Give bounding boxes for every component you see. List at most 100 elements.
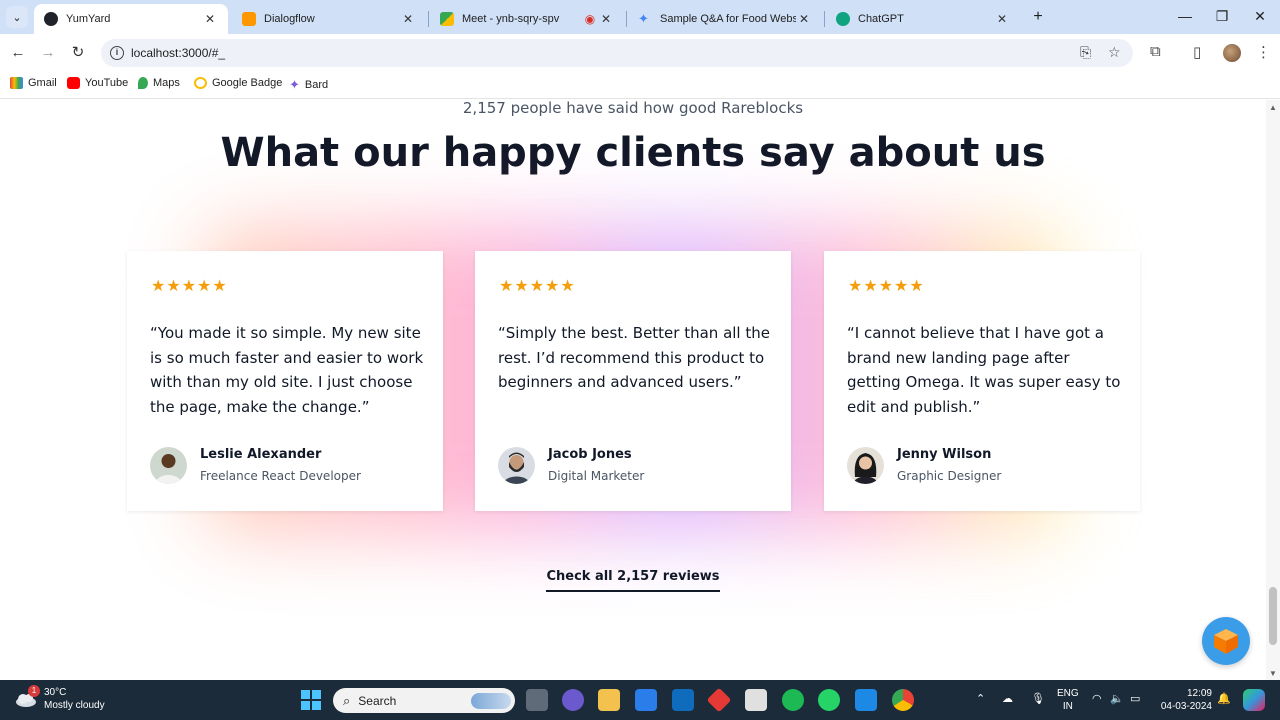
search-label: Search bbox=[358, 693, 397, 708]
anydesk-icon[interactable] bbox=[706, 687, 732, 713]
tab-title: ChatGPT bbox=[858, 13, 904, 25]
tab-chatgpt[interactable]: ChatGPT ✕ bbox=[826, 4, 1020, 34]
close-tab-icon[interactable]: ✕ bbox=[796, 12, 812, 26]
system-clock[interactable]: 12:09 04-03-2024 bbox=[1158, 687, 1212, 713]
windows-start-icon[interactable] bbox=[300, 689, 322, 711]
taskbar-search[interactable]: ⌕ Search bbox=[333, 688, 515, 713]
bookmark-star-icon[interactable]: ☆ bbox=[1108, 44, 1121, 61]
app-icon[interactable] bbox=[745, 689, 767, 711]
bard-sparkle-icon: ✦ bbox=[638, 11, 649, 26]
author-name: Jacob Jones bbox=[548, 447, 632, 462]
bookmark-label: Maps bbox=[153, 77, 180, 89]
tab-search-chevron-icon[interactable]: ⌄ bbox=[6, 6, 28, 28]
whatsapp-icon[interactable] bbox=[818, 689, 840, 711]
close-tab-icon[interactable]: ✕ bbox=[598, 12, 614, 26]
scroll-up-arrow-icon[interactable]: ▲ bbox=[1269, 103, 1277, 112]
bookmark-gmail[interactable]: Gmail bbox=[10, 77, 57, 89]
forward-arrow-icon[interactable]: → bbox=[38, 43, 58, 63]
avatar bbox=[498, 447, 535, 484]
file-explorer-icon[interactable] bbox=[598, 689, 620, 711]
page-scrollbar[interactable]: ▲ ▼ bbox=[1266, 100, 1280, 680]
bookmarks-bar: Gmail YouTube Maps Google Badge ✦ Bard bbox=[0, 72, 1280, 99]
testimonial-quote: “I cannot believe that I have got a bran… bbox=[847, 324, 1121, 416]
spotify-icon[interactable] bbox=[782, 689, 804, 711]
mail-icon[interactable] bbox=[672, 689, 694, 711]
address-bar[interactable]: i localhost:3000/#_ ⎘ ☆ bbox=[101, 39, 1133, 67]
microphone-icon[interactable]: 🎙 bbox=[1031, 692, 1045, 705]
new-tab-plus-icon[interactable]: + bbox=[1028, 7, 1048, 27]
weather-description: Mostly cloudy bbox=[44, 700, 105, 711]
close-window-icon[interactable]: ✕ bbox=[1250, 8, 1270, 25]
floating-action-button[interactable] bbox=[1202, 617, 1250, 665]
onedrive-cloud-icon[interactable]: ☁ bbox=[1002, 692, 1013, 705]
notification-bell-icon[interactable]: 🔔 bbox=[1217, 692, 1231, 705]
author-role: Freelance React Developer bbox=[200, 469, 361, 483]
close-tab-icon[interactable]: ✕ bbox=[400, 12, 416, 26]
weather-temperature: 30°C bbox=[44, 687, 67, 698]
search-highlight-icon bbox=[471, 692, 511, 709]
microsoft-store-icon[interactable] bbox=[635, 689, 657, 711]
battery-icon[interactable]: ▭ bbox=[1130, 692, 1140, 705]
chrome-icon[interactable] bbox=[892, 689, 914, 711]
tab-sample-qa[interactable]: ✦ Sample Q&A for Food Website ✕ bbox=[628, 4, 822, 34]
install-app-icon[interactable]: ⎘ bbox=[1080, 44, 1091, 61]
extensions-puzzle-icon[interactable]: ⧉ bbox=[1150, 43, 1161, 60]
avatar bbox=[847, 447, 884, 484]
close-tab-icon[interactable]: ✕ bbox=[994, 12, 1010, 26]
dialogflow-icon bbox=[242, 12, 256, 26]
testimonial-quote: “Simply the best. Better than all the re… bbox=[498, 324, 770, 391]
gmail-icon bbox=[10, 77, 23, 89]
show-hidden-icons-chevron-icon[interactable]: ⌃ bbox=[976, 692, 985, 705]
language-code: ENG bbox=[1057, 688, 1079, 699]
tab-title: Dialogflow bbox=[264, 13, 315, 25]
teams-chat-icon[interactable] bbox=[562, 689, 584, 711]
bookmark-youtube[interactable]: YouTube bbox=[67, 77, 128, 89]
url-text[interactable]: localhost:3000/#_ bbox=[131, 46, 225, 60]
language-indicator[interactable]: ENG IN bbox=[1057, 687, 1079, 713]
clock-date: 04-03-2024 bbox=[1160, 701, 1212, 712]
reviews-cta: Check all 2,157 reviews bbox=[0, 567, 1266, 592]
section-subheading: 2,157 people have said how good Rarebloc… bbox=[462, 100, 804, 117]
back-arrow-icon[interactable]: ← bbox=[8, 43, 28, 63]
restore-icon[interactable]: ❐ bbox=[1212, 8, 1232, 25]
tab-title: Sample Q&A for Food Website bbox=[660, 13, 796, 25]
check-all-reviews-link[interactable]: Check all 2,157 reviews bbox=[546, 569, 720, 592]
profile-avatar[interactable] bbox=[1223, 44, 1241, 62]
side-panel-icon[interactable]: ▯ bbox=[1193, 43, 1201, 61]
youtube-icon bbox=[67, 77, 80, 89]
author-role: Graphic Designer bbox=[897, 469, 1002, 483]
scroll-down-arrow-icon[interactable]: ▼ bbox=[1269, 669, 1277, 678]
tab-meet[interactable]: Meet - ynb-sqry-spv ◉ ✕ bbox=[430, 4, 624, 34]
site-info-icon[interactable]: i bbox=[110, 46, 124, 60]
meet-icon bbox=[440, 12, 454, 26]
chatgpt-icon bbox=[836, 12, 850, 26]
testimonial-quote: “You made it so simple. My new site is s… bbox=[150, 324, 424, 416]
more-menu-icon[interactable]: ⋮ bbox=[1256, 43, 1271, 61]
close-tab-icon[interactable]: ✕ bbox=[202, 12, 218, 26]
bookmark-google-badge[interactable]: Google Badge bbox=[194, 77, 282, 89]
tab-dialogflow[interactable]: Dialogflow ✕ bbox=[232, 4, 426, 34]
browser-tab-bar: ⌄ YumYard ✕ Dialogflow ✕ Meet - ynb-sqry… bbox=[0, 0, 1280, 34]
bookmark-label: Bard bbox=[304, 79, 329, 91]
copilot-icon[interactable] bbox=[1243, 689, 1265, 711]
search-icon: ⌕ bbox=[343, 692, 351, 708]
reload-icon[interactable]: ↻ bbox=[68, 43, 88, 63]
author-name: Leslie Alexander bbox=[200, 447, 322, 462]
testimonial-card: ★★★★★ “You made it so simple. My new sit… bbox=[127, 251, 443, 511]
minimize-icon[interactable]: — bbox=[1175, 8, 1195, 24]
region-code: IN bbox=[1062, 701, 1073, 712]
author-name: Jenny Wilson bbox=[897, 447, 992, 462]
bookmark-bard[interactable]: ✦ Bard bbox=[289, 77, 328, 93]
tab-divider bbox=[824, 11, 825, 27]
avatar bbox=[150, 447, 187, 484]
scroll-thumb[interactable] bbox=[1269, 587, 1277, 645]
bookmark-maps[interactable]: Maps bbox=[138, 77, 180, 89]
volume-icon[interactable]: 🔈 bbox=[1110, 692, 1124, 705]
star-rating-icon: ★★★★★ bbox=[499, 278, 576, 295]
google-badge-icon bbox=[194, 77, 207, 89]
tab-yumyard[interactable]: YumYard ✕ bbox=[34, 4, 228, 34]
wifi-icon[interactable]: ◠ bbox=[1092, 692, 1102, 705]
vscode-icon[interactable] bbox=[855, 689, 877, 711]
task-view-icon[interactable] bbox=[526, 689, 548, 711]
tab-divider bbox=[428, 11, 429, 27]
